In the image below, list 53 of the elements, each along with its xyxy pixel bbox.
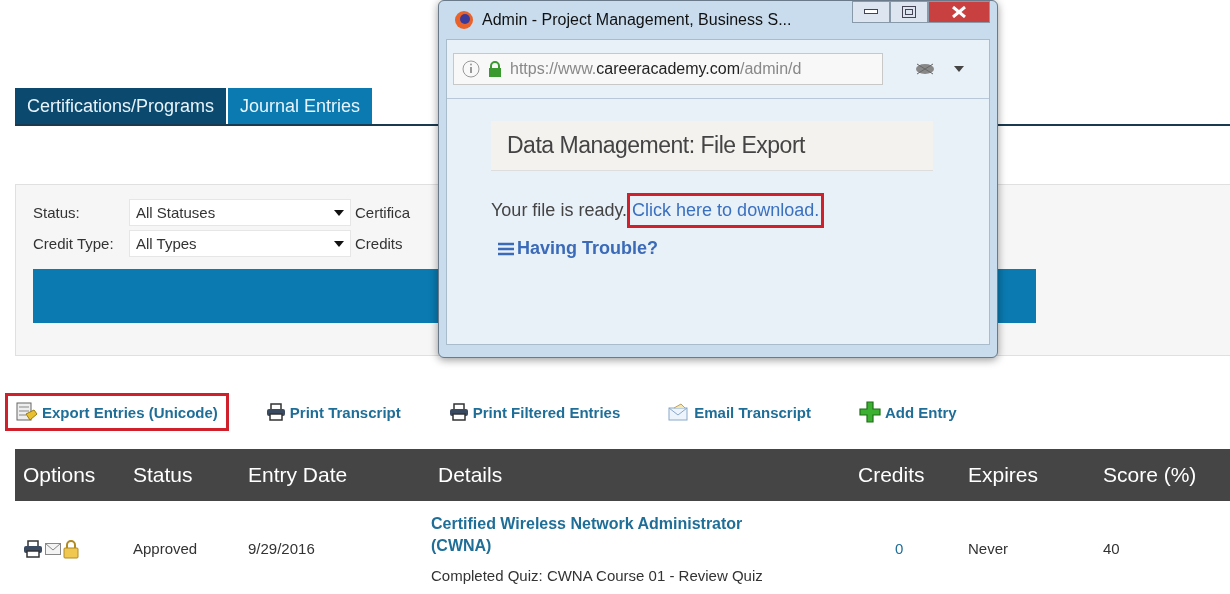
filter-label: Credits — [355, 235, 403, 252]
help-link[interactable]: Having Trouble? — [497, 238, 658, 259]
entry-link[interactable]: Certified Wireless Network Administrator (CWNA) — [431, 513, 771, 557]
print-icon[interactable] — [448, 403, 469, 421]
filter-label: Credit Type: — [33, 235, 115, 252]
window-title: Admin - Project Management, Business S... — [482, 11, 792, 29]
column-header: Options — [22, 463, 97, 487]
info-icon[interactable] — [462, 60, 480, 78]
action-link[interactable]: Export Entries (Unicode) — [5, 393, 229, 431]
action-link[interactable]: Print Transcript — [254, 394, 412, 430]
plus-icon — [859, 401, 881, 423]
close-icon — [952, 6, 966, 18]
table-cell-text: 9/29/2016 — [247, 540, 316, 557]
credits-link[interactable]: 0 — [850, 540, 960, 557]
envelope-icon[interactable] — [45, 542, 61, 555]
export-icon — [16, 402, 38, 422]
dropdown-caret-icon[interactable] — [953, 65, 965, 73]
minimize-button[interactable] — [852, 1, 890, 23]
lock-icon — [488, 61, 502, 77]
table-cell-text: 40 — [1102, 540, 1121, 557]
export-heading: Data Management: File Export — [491, 121, 933, 171]
browser-icon — [454, 10, 474, 30]
action-link[interactable]: Print Filtered Entries — [437, 394, 632, 430]
filter-label: Certifica — [355, 204, 410, 221]
tab[interactable]: Certifications/Programs — [15, 88, 229, 124]
url-text: https://www.careeracademy.com/admin/d — [510, 60, 802, 78]
column-header: Score (%) — [1102, 463, 1198, 487]
action-link[interactable]: Email Transcript — [657, 394, 822, 430]
column-header: Expires — [967, 463, 1040, 487]
close-button[interactable] — [928, 1, 990, 23]
column-header: Details — [437, 463, 504, 487]
tab[interactable]: Journal Entries — [228, 88, 375, 124]
print-icon[interactable] — [23, 539, 43, 558]
column-header: Entry Date — [247, 463, 349, 487]
maximize-button[interactable] — [890, 1, 928, 23]
entry-description: Completed Quiz: CWNA Course 01 - Review Quiz — [431, 567, 764, 584]
column-header: Status — [132, 463, 194, 487]
filter-dropdown[interactable]: All Statuses — [129, 199, 351, 226]
filter-dropdown[interactable]: All Types — [129, 230, 351, 257]
envelope-icon — [668, 403, 691, 421]
filter-label: Status: — [33, 204, 81, 221]
download-link[interactable]: Click here to download. — [627, 193, 825, 228]
minimize-icon — [864, 9, 878, 15]
column-header: Credits — [857, 463, 926, 487]
maximize-icon — [902, 6, 916, 18]
action-link[interactable]: Add Entry — [848, 392, 968, 432]
ready-message: Your file is ready. — [491, 200, 628, 221]
print-icon[interactable] — [265, 403, 286, 421]
address-bar[interactable]: https://www.careeracademy.com/admin/d — [453, 53, 883, 85]
table-cell-text: Never — [967, 540, 1009, 557]
lock-icon[interactable] — [63, 538, 79, 559]
table-cell-text: Approved — [132, 540, 199, 557]
menu-icon — [497, 240, 515, 257]
